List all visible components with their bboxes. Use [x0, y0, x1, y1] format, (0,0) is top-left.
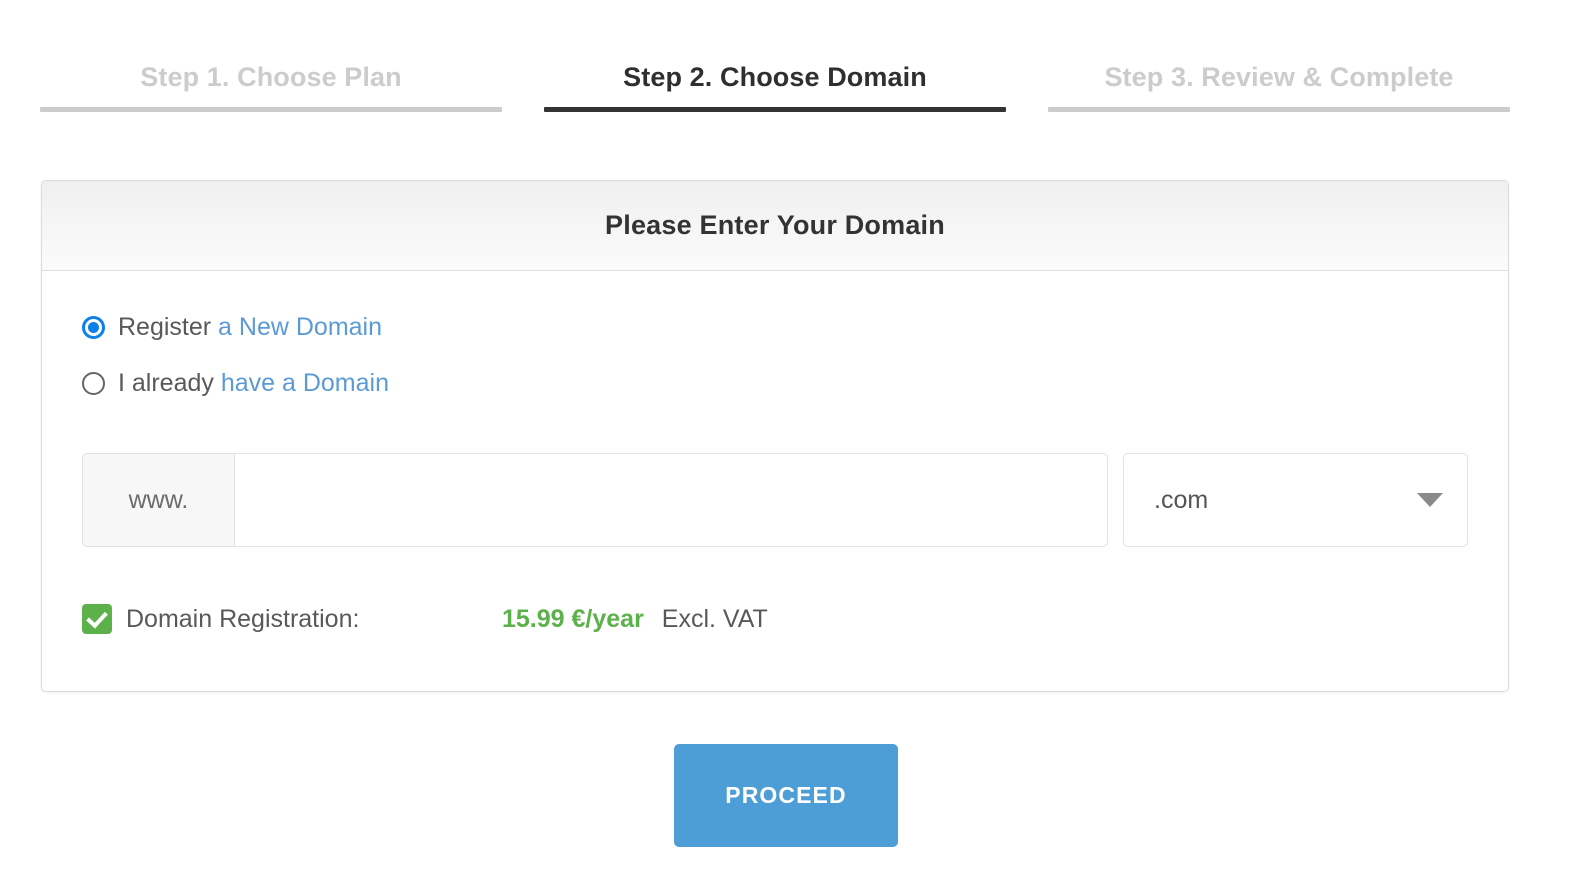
domain-registration-row: Domain Registration: 15.99 €/year Excl. … [82, 599, 1468, 639]
proceed-button[interactable]: PROCEED [674, 744, 898, 847]
option-existing-domain-prefix: I already [118, 368, 221, 397]
chevron-down-icon [1417, 493, 1443, 507]
tld-select-value: .com [1154, 485, 1209, 514]
option-register-new-domain[interactable]: Register a New Domain [82, 305, 1468, 349]
wizard-step-2-label: Step 2. Choose Domain [623, 62, 927, 92]
wizard-step-3[interactable]: Step 3. Review & Complete [1048, 55, 1510, 112]
wizard-step-1-label: Step 1. Choose Plan [140, 62, 402, 92]
option-existing-domain[interactable]: I already have a Domain [82, 361, 1468, 405]
option-existing-domain-link[interactable]: have a Domain [221, 369, 389, 397]
radio-existing-domain[interactable] [82, 371, 105, 395]
radio-register-new-domain[interactable] [82, 315, 105, 339]
option-register-new-domain-link[interactable]: a New Domain [218, 313, 382, 341]
domain-panel: Please Enter Your Domain Register a New … [41, 180, 1509, 692]
www-prefix-addon: www. [82, 453, 235, 547]
domain-input-group: www. [82, 453, 1108, 547]
wizard-step-2-underline [544, 107, 1006, 112]
domain-registration-label: Domain Registration: [126, 604, 360, 633]
domain-registration-price: 15.99 €/year [502, 604, 644, 633]
proceed-button-area: PROCEED [0, 744, 1572, 847]
wizard-step-1[interactable]: Step 1. Choose Plan [40, 55, 502, 112]
option-register-new-domain-prefix: Register [118, 312, 219, 341]
domain-panel-body: Register a New Domain I already have a D… [42, 271, 1508, 691]
domain-panel-header: Please Enter Your Domain [42, 181, 1508, 271]
tld-select[interactable]: .com [1123, 453, 1468, 547]
wizard-step-3-underline [1048, 107, 1510, 112]
domain-registration-checkbox[interactable] [82, 604, 112, 634]
wizard-steps: Step 1. Choose Plan Step 2. Choose Domai… [40, 55, 1510, 112]
wizard-step-3-label: Step 3. Review & Complete [1104, 62, 1454, 92]
domain-entry-row: www. .com [82, 453, 1468, 547]
option-register-new-domain-label: Register a New Domain [118, 313, 382, 342]
page-title: Please Enter Your Domain [605, 210, 945, 240]
domain-registration-vat-note: Excl. VAT [661, 604, 768, 633]
option-existing-domain-label: I already have a Domain [118, 369, 389, 398]
wizard-step-1-underline [40, 107, 502, 112]
wizard-step-2[interactable]: Step 2. Choose Domain [544, 55, 1006, 112]
domain-name-input[interactable] [235, 453, 1108, 547]
